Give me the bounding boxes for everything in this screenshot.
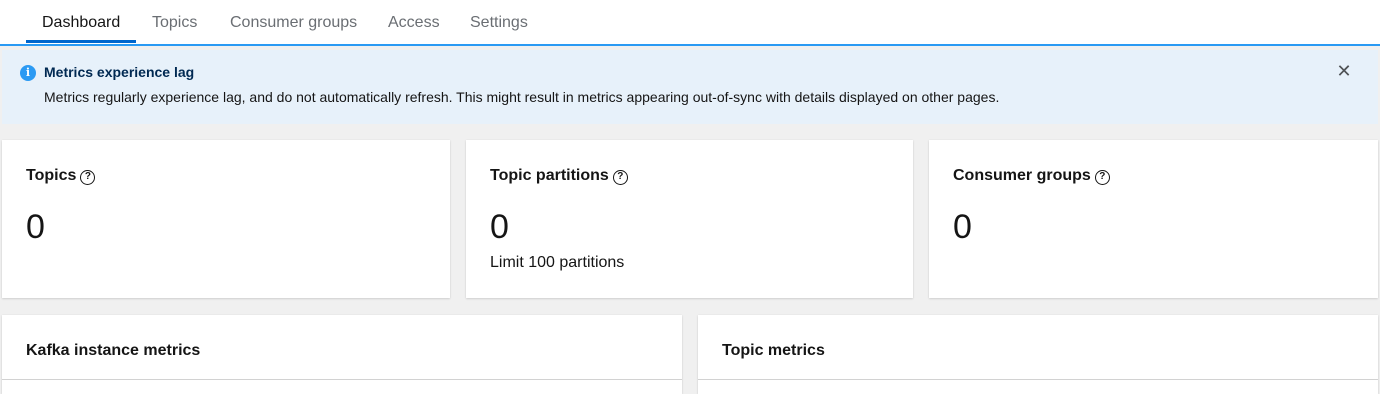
topics-card-title: Topics? — [26, 167, 96, 185]
help-icon[interactable]: ? — [80, 170, 96, 185]
tab-access[interactable]: Access — [388, 0, 440, 44]
topic-metrics-panel: Topic metrics — [698, 315, 1378, 394]
consumer-groups-card-label: Consumer groups — [953, 167, 1091, 184]
help-icon[interactable]: ? — [1094, 170, 1110, 185]
panel-divider — [2, 379, 682, 380]
tab-topics[interactable]: Topics — [152, 0, 197, 44]
consumer-groups-card-title: Consumer groups? — [953, 167, 1110, 185]
consumer-groups-count: 0 — [953, 208, 972, 246]
topics-card: Topics? 0 — [2, 140, 450, 298]
alert-description: Metrics regularly experience lag, and do… — [44, 89, 1000, 105]
tab-settings[interactable]: Settings — [470, 0, 528, 44]
panel-divider — [698, 379, 1378, 380]
topic-partitions-card-label: Topic partitions — [490, 167, 609, 184]
page: Dashboard Topics Consumer groups Access … — [0, 0, 1380, 394]
kafka-instance-metrics-panel: Kafka instance metrics — [2, 315, 682, 394]
topic-partitions-card: Topic partitions? 0 Limit 100 partitions — [466, 140, 913, 298]
topics-count: 0 — [26, 208, 45, 246]
consumer-groups-card: Consumer groups? 0 — [929, 140, 1378, 298]
topic-partitions-count: 0 — [490, 208, 509, 246]
partitions-limit: Limit 100 partitions — [490, 254, 625, 271]
topic-metrics-title: Topic metrics — [722, 342, 825, 359]
tab-dashboard[interactable]: Dashboard — [42, 0, 120, 44]
topics-card-label: Topics — [26, 167, 77, 184]
info-alert: i Metrics experience lag Metrics regular… — [2, 50, 1378, 124]
alert-title: Metrics experience lag — [44, 64, 195, 80]
tab-consumer-groups[interactable]: Consumer groups — [230, 0, 357, 44]
info-icon: i — [20, 65, 36, 81]
tab-bar: Dashboard Topics Consumer groups Access … — [0, 0, 1380, 46]
topic-partitions-card-title: Topic partitions? — [490, 167, 628, 185]
kafka-instance-metrics-title: Kafka instance metrics — [26, 342, 201, 359]
close-icon[interactable]: ✕ — [1334, 61, 1354, 81]
help-icon[interactable]: ? — [612, 170, 628, 185]
active-tab-indicator — [26, 40, 136, 43]
